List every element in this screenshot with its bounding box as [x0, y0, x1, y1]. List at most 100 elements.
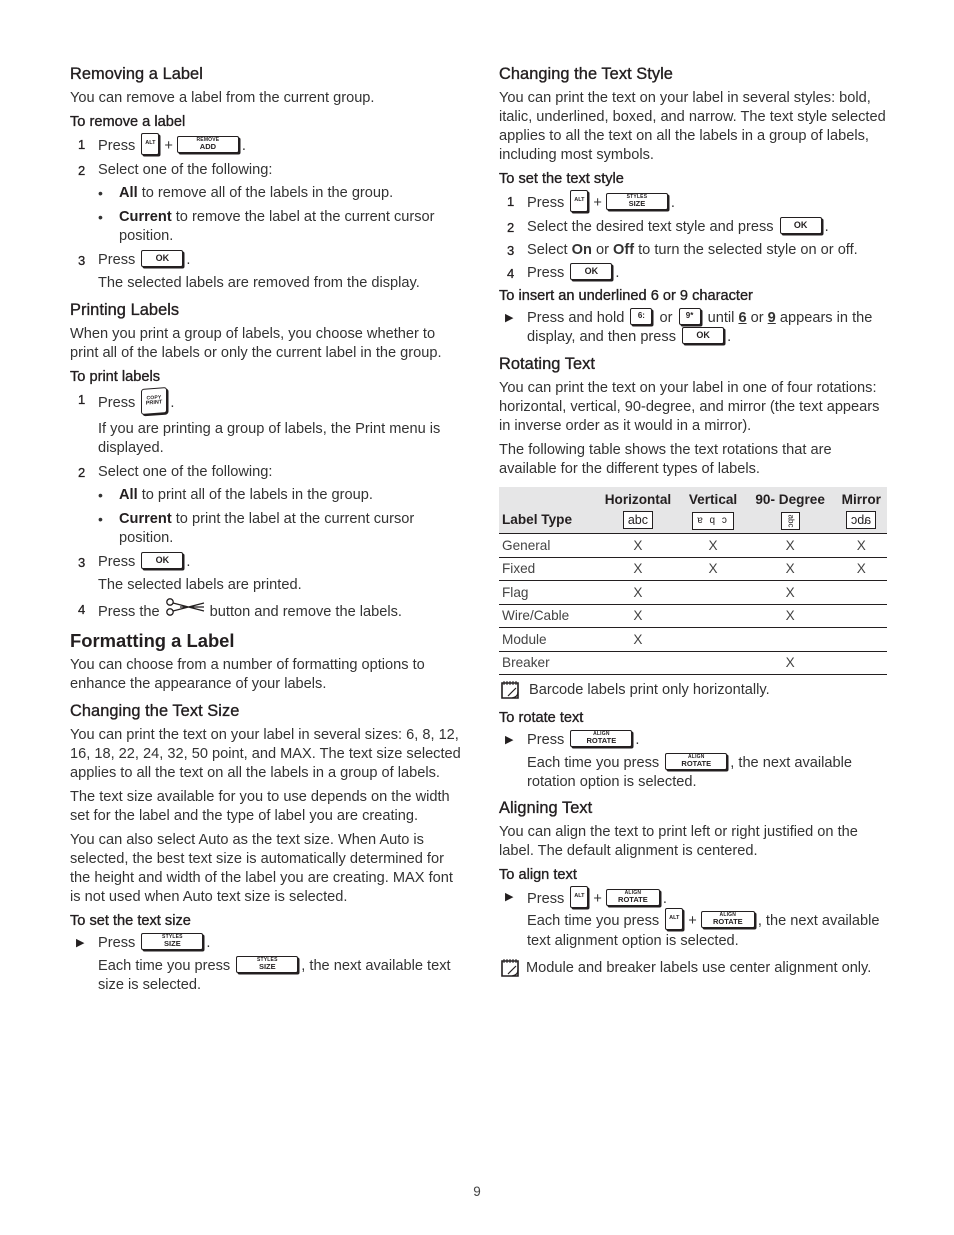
arrow-step: ▶ Press STYLES SIZE.	[70, 932, 462, 953]
table-row: Breaker X	[499, 650, 887, 675]
ninety-degree-sample-icon: abc	[780, 512, 800, 530]
vertical-sample-icon: ɐ q ɔ	[692, 512, 734, 530]
left-column: Removing a Label You can remove a label …	[70, 64, 462, 1000]
text-style-section: Changing the Text Style You can print th…	[499, 64, 889, 347]
step-3: 3 Select On or Off to turn the selected …	[507, 242, 858, 258]
section-title: Removing a Label	[70, 65, 203, 83]
step-2: 2 Select one of the following:	[70, 463, 462, 482]
arrow-step: ▶ Press and hold 6: or 9* until 6 or 9 a…	[499, 307, 889, 347]
step-1: 1 Press ALT + REMOVE ADD.	[70, 133, 462, 157]
step-note: Each time you press ALIGN ROTATE, the nex…	[527, 752, 852, 790]
note: Barcode labels print only horizontally.	[499, 681, 889, 701]
column-header: Mirror	[835, 487, 887, 509]
six-key-icon: 6:	[630, 307, 653, 325]
section-title: Printing Labels	[70, 301, 180, 319]
section-intro: When you print a group of labels, you ch…	[70, 326, 442, 361]
procedure-title: To print labels	[70, 369, 161, 385]
rotation-cell	[681, 627, 745, 651]
paragraph: The following table shows the text rotat…	[499, 442, 832, 477]
text-size-section: Changing the Text Size You can print the…	[70, 701, 462, 995]
paragraph: You can print the text on your label in …	[499, 380, 880, 434]
alt-key-icon: ALT	[570, 190, 589, 212]
styles-size-key-icon: STYLES SIZE	[141, 932, 204, 950]
step-text: Select one of the following:	[98, 464, 273, 480]
formatting-label-section: Formatting a Label You can choose from a…	[70, 630, 462, 694]
note-pad-icon	[501, 959, 519, 977]
step-note: If you are printing a group of labels, t…	[98, 421, 441, 456]
nine-key-icon: 9*	[678, 307, 701, 325]
removing-label-section: Removing a Label You can remove a label …	[70, 64, 462, 293]
ok-key-icon: OK	[141, 249, 184, 267]
bullet-item: • Current to remove the label at the curr…	[98, 209, 435, 244]
page-number: 9	[473, 1184, 481, 1199]
label-type-cell: Wire/Cable	[499, 603, 595, 628]
triangle-right-icon: ▶	[505, 891, 514, 903]
rotation-cell: X	[835, 533, 887, 557]
table-row: General X X X X	[499, 533, 887, 557]
rotation-cell	[835, 603, 887, 628]
bullet-item: • All to remove all of the labels in the …	[98, 185, 394, 201]
rotation-cell: X	[744, 533, 836, 557]
styles-size-key-icon: STYLES SIZE	[236, 955, 299, 973]
remove-add-key-icon: REMOVE ADD	[176, 135, 239, 153]
step-number: 1	[78, 137, 86, 152]
rotation-cell: X	[594, 533, 682, 557]
label-type-cell: General	[499, 533, 595, 557]
align-rotate-key-icon: ALIGN ROTATE	[570, 729, 633, 747]
section-title: Formatting a Label	[70, 630, 235, 651]
alt-key-icon: ALT	[141, 133, 160, 155]
align-rotate-key-icon: ALIGN ROTATE	[605, 888, 660, 906]
bullet-item: • All to print all of the labels in the g…	[98, 487, 373, 503]
horizontal-sample-icon: abc	[622, 511, 654, 529]
rotation-cell	[594, 650, 682, 675]
step-text: Press	[98, 394, 136, 411]
paragraph: You can print the text on your label in …	[70, 727, 461, 781]
column-header: Vertical	[681, 487, 745, 509]
paragraph: The text size available for you to use d…	[70, 789, 450, 824]
section-title: Rotating Text	[499, 355, 596, 373]
rotation-cell: X	[681, 556, 745, 581]
table-row: Wire/Cable X X	[499, 603, 887, 628]
scissors-icon	[164, 598, 206, 622]
rotation-cell: X	[835, 556, 887, 581]
step-3: 3 Press OK.	[70, 551, 462, 572]
step-1: 1 Press ALT + STYLES SIZE.	[499, 190, 889, 214]
rotation-cell: X	[594, 603, 682, 628]
label-type-cell: Module	[499, 627, 595, 651]
ok-key-icon: OK	[682, 326, 725, 344]
section-title: Changing the Text Style	[499, 65, 673, 83]
step-text: Press	[98, 252, 136, 268]
rotation-cell: X	[594, 580, 682, 604]
right-column: Changing the Text Style You can print th…	[499, 64, 889, 985]
step-2: 2 Select the desired text style and pres…	[499, 216, 889, 237]
rotation-cell	[681, 650, 745, 675]
label-type-cell: Flag	[499, 580, 595, 604]
rotation-table: Horizontal Vertical 90- Degree Mirror La…	[499, 487, 887, 675]
step-4: 4 Press the button and remove the labels…	[70, 598, 462, 624]
bullet-item: • Current to print the label at the curre…	[98, 511, 415, 546]
rotation-cell	[681, 603, 745, 628]
section-intro: You can align the text to print left or …	[499, 824, 858, 859]
mirror-sample-icon: abc	[846, 511, 877, 529]
ok-key-icon: OK	[779, 216, 822, 234]
procedure-title: To insert an underlined 6 or 9 character	[499, 288, 753, 304]
table-row: Module X	[499, 627, 887, 651]
section-intro: You can remove a label from the current …	[70, 90, 375, 106]
procedure-title: To align text	[499, 867, 577, 883]
procedure-title: To set the text style	[499, 171, 624, 187]
alt-key-icon: ALT	[570, 886, 589, 908]
triangle-right-icon: ▶	[505, 312, 514, 324]
arrow-step: ▶ Press ALT + ALIGN ROTATE. Each time you p…	[499, 886, 889, 951]
step-result: The selected labels are removed from the…	[98, 275, 420, 291]
column-header: Horizontal	[594, 487, 682, 509]
step-text: Press	[98, 554, 136, 570]
rotation-cell: X	[594, 556, 682, 581]
printing-labels-section: Printing Labels When you print a group o…	[70, 300, 462, 624]
section-title: Aligning Text	[499, 799, 593, 817]
rotating-text-section: Rotating Text You can print the text on …	[499, 354, 889, 792]
triangle-right-icon: ▶	[76, 937, 85, 949]
rotation-cell	[744, 627, 836, 651]
paragraph: You can also select Auto as the text siz…	[70, 832, 453, 905]
table-row: Fixed X X X X	[499, 556, 887, 581]
section-intro: You can print the text on your label in …	[499, 90, 886, 163]
